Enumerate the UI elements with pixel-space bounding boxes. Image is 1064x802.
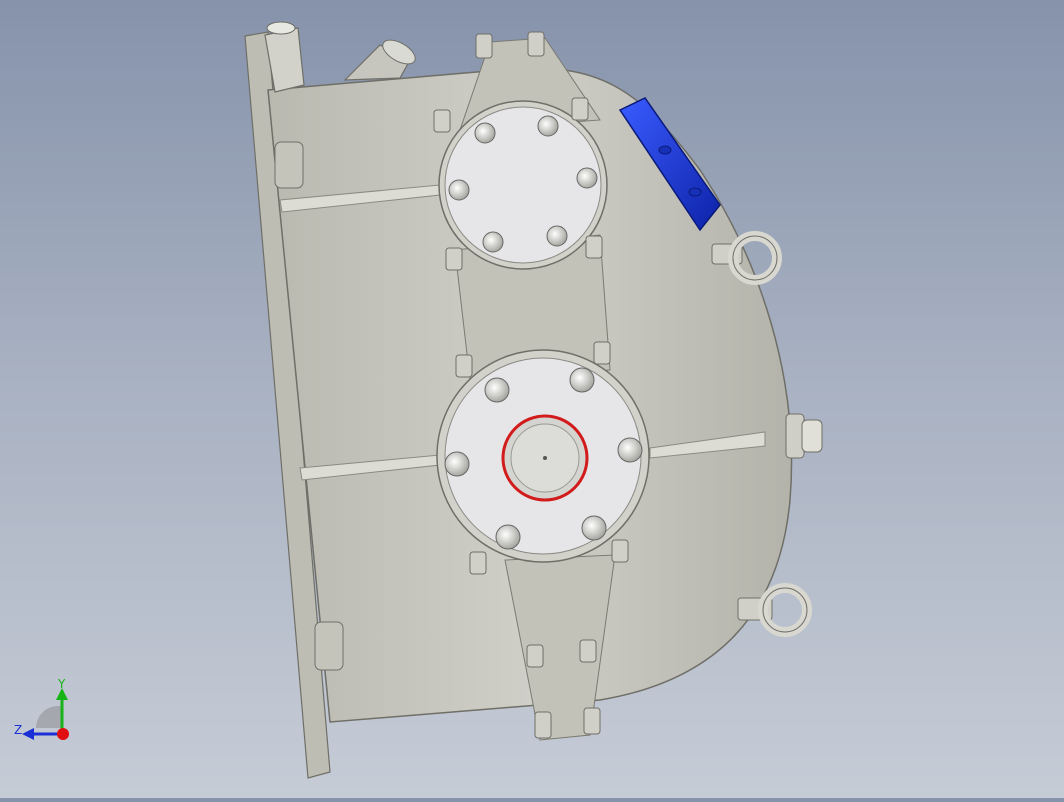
bolt [617,437,643,463]
bolt-head [469,551,487,575]
gearbox-model[interactable] [0,0,1064,798]
bolt [546,225,568,247]
inspection-cover-bolt [658,145,672,155]
bolt [444,451,470,477]
bolt [537,115,559,137]
bolt-head [571,97,589,121]
bolt [581,515,607,541]
bolt [474,122,496,144]
bolt-head [455,354,473,378]
left-boss-top [274,141,304,189]
bolt-head [445,247,463,271]
bolt-head [583,707,601,735]
bolt-head [527,31,545,57]
shaft-center [543,456,547,460]
bolt-head [433,109,451,133]
bolt-head [475,33,493,59]
bolt [448,179,470,201]
bolt [576,167,598,189]
cad-viewport[interactable]: Y Z [0,0,1064,798]
bolt-head [585,235,603,259]
bolt [495,524,521,550]
bolt-head [611,539,629,563]
bolt-head [593,341,611,365]
bolt [569,367,595,393]
bolt-head [579,639,597,663]
bolt-head [534,711,552,739]
bolt [482,231,504,253]
y-axis-label: Y [57,677,66,691]
bolt [484,377,510,403]
left-boss-bottom [314,621,344,671]
z-axis-label: Z [14,723,22,737]
oil-plug [785,413,823,459]
bolt-head [526,644,544,668]
inspection-cover-bolt [688,187,702,197]
breather-cap [266,21,296,35]
axis-triad-icon: Y Z [14,677,69,740]
